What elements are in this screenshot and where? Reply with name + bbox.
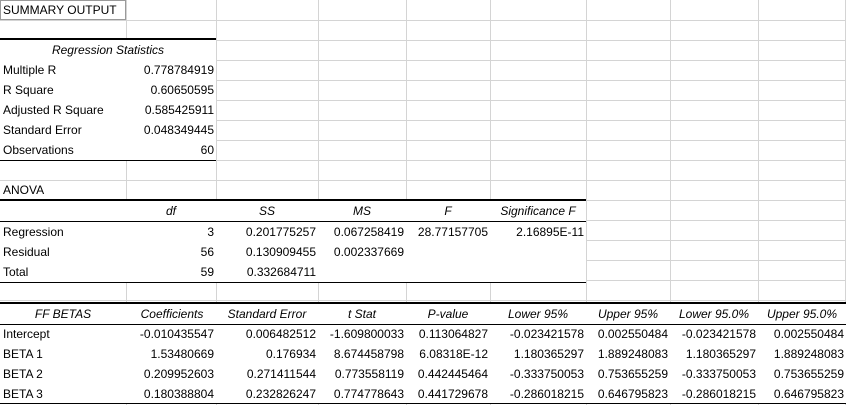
coef-bottom-rule (0, 403, 846, 404)
summary-output-title: SUMMARY OUTPUT (3, 3, 117, 17)
coef-cell: -0.286018215 (681, 387, 756, 401)
coef-cell: 0.773558119 (334, 367, 404, 381)
regstats-header: Regression Statistics (51, 43, 165, 57)
coef-cell: 0.113064827 (418, 327, 488, 341)
regstat-value: 0.778784919 (143, 63, 214, 77)
coef-cell: 0.176934 (265, 347, 316, 361)
anova-cell: 2.16895E-11 (516, 225, 584, 239)
coef-cell: 0.209952603 (143, 367, 214, 381)
anova-cell: 0.332684711 (246, 265, 316, 279)
coef-cell: 0.646795823 (597, 387, 668, 401)
anova-header: df (165, 204, 176, 218)
coef-cell: 0.774778643 (333, 387, 404, 401)
coef-cell: 0.232826247 (245, 387, 316, 401)
coef-cell: 0.442445464 (417, 367, 488, 381)
coef-cell: -0.023421578 (509, 327, 584, 341)
coef-cell: 0.441729678 (417, 387, 488, 401)
coef-header: Standard Error (227, 307, 307, 321)
anova-title: ANOVA (3, 183, 45, 197)
row-gridline (0, 300, 846, 301)
coef-cell: 0.753655259 (597, 367, 668, 381)
coef-header: Coefficients (140, 307, 204, 321)
coef-cell: -0.023421578 (681, 327, 756, 341)
coef-cell: 8.674458798 (333, 347, 404, 361)
coef-cell: 1.889248083 (597, 347, 668, 361)
coef-cell: 1.53480669 (150, 347, 214, 361)
coef-cell: 0.646795823 (773, 387, 844, 401)
coef-cell: 0.002550484 (597, 327, 668, 341)
coef-row-label: BETA 3 (3, 387, 43, 401)
regstats-bottom-rule (0, 160, 216, 161)
coef-header: Lower 95.0% (678, 307, 750, 321)
regstat-label: Multiple R (3, 63, 57, 77)
anova-row-label: Total (3, 265, 29, 279)
coef-cell: 6.08318E-12 (419, 347, 488, 361)
coef-cell: -0.333750053 (509, 367, 584, 381)
row-gridline (0, 180, 846, 181)
coef-cell: 1.889248083 (773, 347, 844, 361)
regstat-value: 0.048349445 (143, 123, 214, 137)
coef-header: Upper 95.0% (766, 307, 838, 321)
coef-header: t Stat (347, 307, 376, 321)
coef-header: Lower 95% (507, 307, 569, 321)
anova-cell: 0.067258419 (333, 225, 404, 239)
regstat-label: Observations (3, 143, 74, 157)
regstat-label: Standard Error (3, 123, 82, 137)
anova-header: SS (258, 204, 275, 218)
anova-cell: 59 (200, 265, 214, 279)
anova-header: F (444, 204, 452, 218)
coef-row-label: BETA 2 (3, 367, 43, 381)
coef-row-label: Intercept (3, 327, 50, 341)
anova-cell: 3 (207, 225, 214, 239)
row-gridline (0, 20, 846, 21)
anova-cell: 0.002337669 (333, 245, 404, 259)
anova-cell: 28.77157705 (417, 225, 488, 239)
anova-row-label: Regression (3, 225, 64, 239)
regstat-label: Adjusted R Square (3, 103, 104, 117)
regstat-label: R Square (3, 83, 54, 97)
anova-bottom-rule (0, 282, 586, 283)
coef-cell: -0.286018215 (509, 387, 584, 401)
coef-cell: 1.180365297 (685, 347, 756, 361)
anova-cell: 0.130909455 (245, 245, 316, 259)
anova-cell: 56 (200, 245, 214, 259)
coef-cell: 0.002550484 (773, 327, 844, 341)
spreadsheet-grid[interactable]: SUMMARY OUTPUT Regression Statistics Mul… (0, 0, 846, 405)
coef-cell: 0.753655259 (773, 367, 844, 381)
coef-cell: -1.609800033 (329, 327, 404, 341)
coef-cell: -0.333750053 (681, 367, 756, 381)
regstat-value: 0.585425911 (144, 103, 214, 117)
coef-cell: 0.006482512 (245, 327, 316, 341)
anova-row-label: Residual (3, 245, 50, 259)
coef-cell: 0.271411544 (246, 367, 316, 381)
anova-header: MS (353, 204, 371, 218)
coef-cell: -0.010435547 (139, 327, 214, 341)
coef-row-label: BETA 1 (3, 347, 43, 361)
anova-cell: 0.201775257 (245, 225, 316, 239)
anova-header: Significance F (500, 204, 576, 218)
regstat-value: 0.60650595 (150, 83, 214, 97)
regstat-value: 60 (200, 143, 214, 157)
coef-cell: 0.180388804 (143, 387, 214, 401)
coef-header: FF BETAS (34, 307, 92, 321)
coef-header: P-value (427, 307, 469, 321)
coef-cell: 1.180365297 (513, 347, 584, 361)
coef-header: Upper 95% (597, 307, 659, 321)
